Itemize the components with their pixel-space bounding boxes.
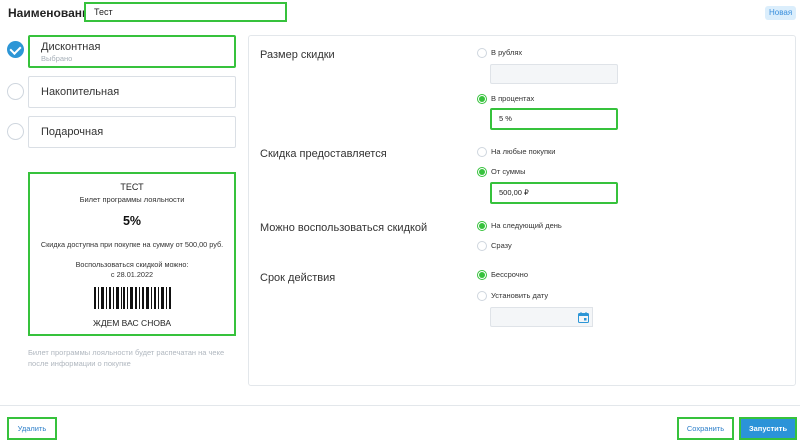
- type-card-cumulative[interactable]: Накопительная: [28, 76, 236, 108]
- name-label: Наименование: [8, 6, 97, 20]
- calendar-button[interactable]: [575, 307, 593, 327]
- radio-any-purchase[interactable]: [477, 147, 487, 157]
- type-title: Подарочная: [41, 126, 104, 138]
- ticket-footer: ЖДЕМ ВАС СНОВА: [92, 318, 172, 328]
- radio-next-day[interactable]: [477, 221, 487, 231]
- rubles-field[interactable]: [490, 64, 618, 84]
- type-title: Накопительная: [41, 86, 120, 98]
- settings-panel: [248, 35, 796, 386]
- delete-button[interactable]: Удалить: [7, 417, 57, 440]
- label-percent: В процентах: [491, 94, 535, 103]
- sum-field[interactable]: 500,00 ₽: [490, 182, 618, 204]
- discount-size-title: Размер скидки: [260, 49, 335, 61]
- radio-unlimited[interactable]: [477, 270, 487, 280]
- print-note: Билет программы лояльности будет распеча…: [28, 348, 225, 368]
- status-badge: Новая: [765, 6, 797, 20]
- radio-rubles[interactable]: [477, 48, 487, 58]
- percent-field[interactable]: 5 %: [490, 108, 618, 130]
- footer-divider: [0, 405, 800, 406]
- save-button[interactable]: Сохранить: [677, 417, 734, 440]
- radio-immediately[interactable]: [477, 241, 487, 251]
- label-set-date: Установить дату: [491, 291, 549, 300]
- use-title: Можно воспользоваться скидкой: [260, 222, 428, 234]
- ticket-program: Билет программы лояльности: [79, 195, 185, 204]
- type-card-discount[interactable]: Дисконтная Выбрано: [28, 35, 236, 68]
- label-rubles: В рублях: [491, 48, 523, 57]
- type-subtitle: Выбрано: [41, 54, 73, 63]
- barcode: [94, 287, 171, 309]
- launch-button[interactable]: Запустить: [739, 417, 797, 440]
- ticket-percent: 5%: [122, 214, 142, 228]
- label-from-sum: От суммы: [491, 167, 526, 176]
- type-radio-cumulative[interactable]: [7, 83, 24, 100]
- ticket-condition: Скидка доступна при покупке на сумму от …: [40, 240, 224, 249]
- type-card-gift[interactable]: Подарочная: [28, 116, 236, 148]
- type-radio-discount[interactable]: [7, 41, 24, 58]
- ticket-name: ТЕСТ: [120, 182, 144, 192]
- type-radio-gift[interactable]: [7, 123, 24, 140]
- name-input[interactable]: Тест: [84, 2, 287, 22]
- radio-percent[interactable]: [477, 94, 487, 104]
- label-unlimited: Бессрочно: [491, 270, 528, 279]
- ticket-date: с 28.01.2022: [110, 270, 154, 279]
- provided-title: Скидка предоставляется: [260, 148, 387, 160]
- label-any-purchase: На любые покупки: [491, 147, 556, 156]
- label-immediately: Сразу: [491, 241, 512, 250]
- calendar-icon: [578, 311, 589, 323]
- label-next-day: На следующий день: [491, 221, 562, 230]
- ticket-preview: ТЕСТ Билет программы лояльности 5% Скидк…: [28, 172, 236, 336]
- validity-title: Срок действия: [260, 272, 336, 284]
- radio-set-date[interactable]: [477, 291, 487, 301]
- ticket-usable: Воспользоваться скидкой можно:: [75, 260, 189, 269]
- radio-from-sum[interactable]: [477, 167, 487, 177]
- type-title: Дисконтная: [41, 41, 101, 53]
